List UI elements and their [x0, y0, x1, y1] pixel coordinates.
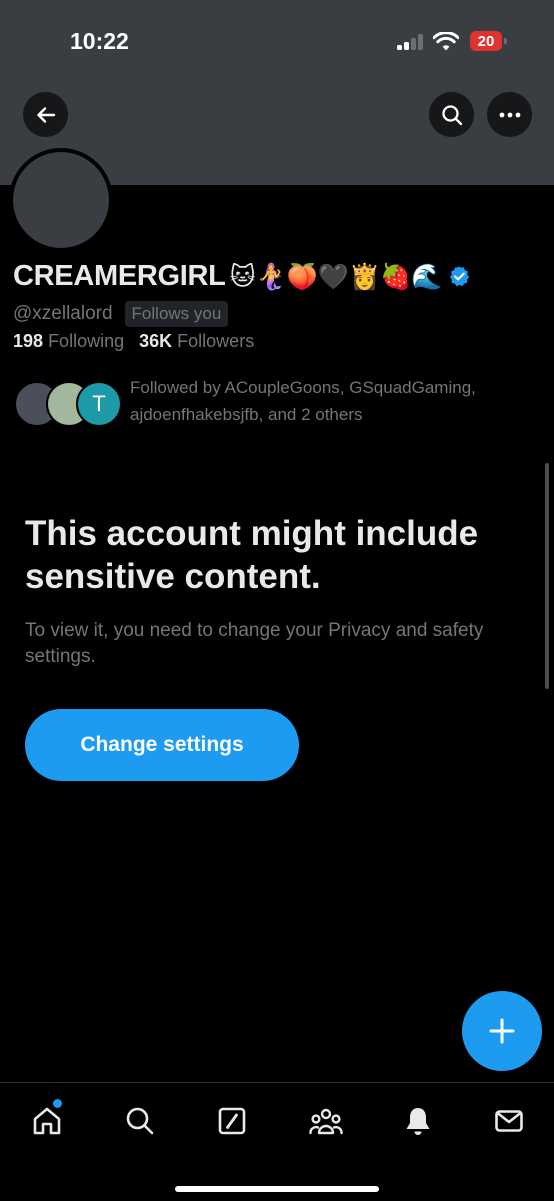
back-button[interactable]: [23, 92, 68, 137]
display-name-row: CREAMERGIRL 🐱🧜‍♀️🍑🖤👸🍓🌊: [13, 260, 471, 293]
follows-you-badge: Follows you: [124, 301, 229, 327]
search-icon: [126, 1107, 154, 1135]
followers-link[interactable]: 36K Followers: [139, 331, 254, 351]
verified-badge-icon[interactable]: [448, 265, 471, 288]
tab-notifications[interactable]: [398, 1101, 438, 1141]
tab-messages[interactable]: [489, 1101, 529, 1141]
follower-avatar: T: [76, 381, 122, 427]
followers-count: 36K: [139, 331, 173, 351]
status-bar: 10:22 20: [0, 0, 554, 80]
bottom-tab-bar: [0, 1082, 554, 1201]
battery-icon: 20: [470, 31, 508, 51]
home-icon: [33, 1107, 61, 1135]
followers-label: Followers: [177, 331, 255, 351]
sensitive-content-description: To view it, you need to change your Priv…: [25, 620, 484, 667]
search-button[interactable]: [429, 92, 474, 137]
tab-home[interactable]: [27, 1099, 67, 1141]
home-indicator[interactable]: [175, 1186, 379, 1192]
more-options-button[interactable]: [487, 92, 532, 137]
compose-post-button[interactable]: [462, 991, 542, 1071]
tab-search[interactable]: [120, 1101, 160, 1141]
sensitive-content-headline: This account might include sensitive con…: [25, 514, 479, 596]
tab-grok[interactable]: [212, 1101, 252, 1141]
profile-avatar[interactable]: [9, 148, 113, 252]
follow-counts: 198 Following 36K Followers: [13, 331, 254, 352]
grok-icon: [218, 1107, 246, 1135]
following-count: 198: [13, 331, 44, 351]
user-handle: @xzellalord: [13, 303, 113, 324]
bell-icon: [406, 1108, 430, 1135]
display-name: CREAMERGIRL: [13, 260, 226, 292]
name-emojis: 🐱🧜‍♀️🍑🖤👸🍓🌊: [229, 262, 443, 291]
cellular-signal-icon: [397, 34, 425, 50]
scrollbar[interactable]: [545, 463, 549, 689]
wifi-icon: [433, 32, 459, 51]
handle-row: @xzellalord Follows you: [13, 301, 229, 327]
communities-icon: [309, 1108, 343, 1135]
following-label: Following: [48, 331, 125, 351]
tab-communities[interactable]: [306, 1101, 346, 1141]
status-time: 10:22: [70, 28, 129, 54]
change-settings-button[interactable]: Change settings: [25, 709, 299, 781]
battery-level: 20: [477, 33, 495, 50]
notification-dot: [53, 1099, 62, 1108]
plus-icon: [489, 1018, 515, 1044]
ellipsis-icon: [499, 112, 520, 117]
arrow-left-icon: [36, 106, 55, 123]
following-link[interactable]: 198 Following: [13, 331, 124, 351]
mail-icon: [495, 1110, 523, 1132]
followed-by-text[interactable]: Followed by ACoupleGoons, GSquadGaming, …: [130, 374, 530, 428]
search-icon: [441, 104, 462, 125]
